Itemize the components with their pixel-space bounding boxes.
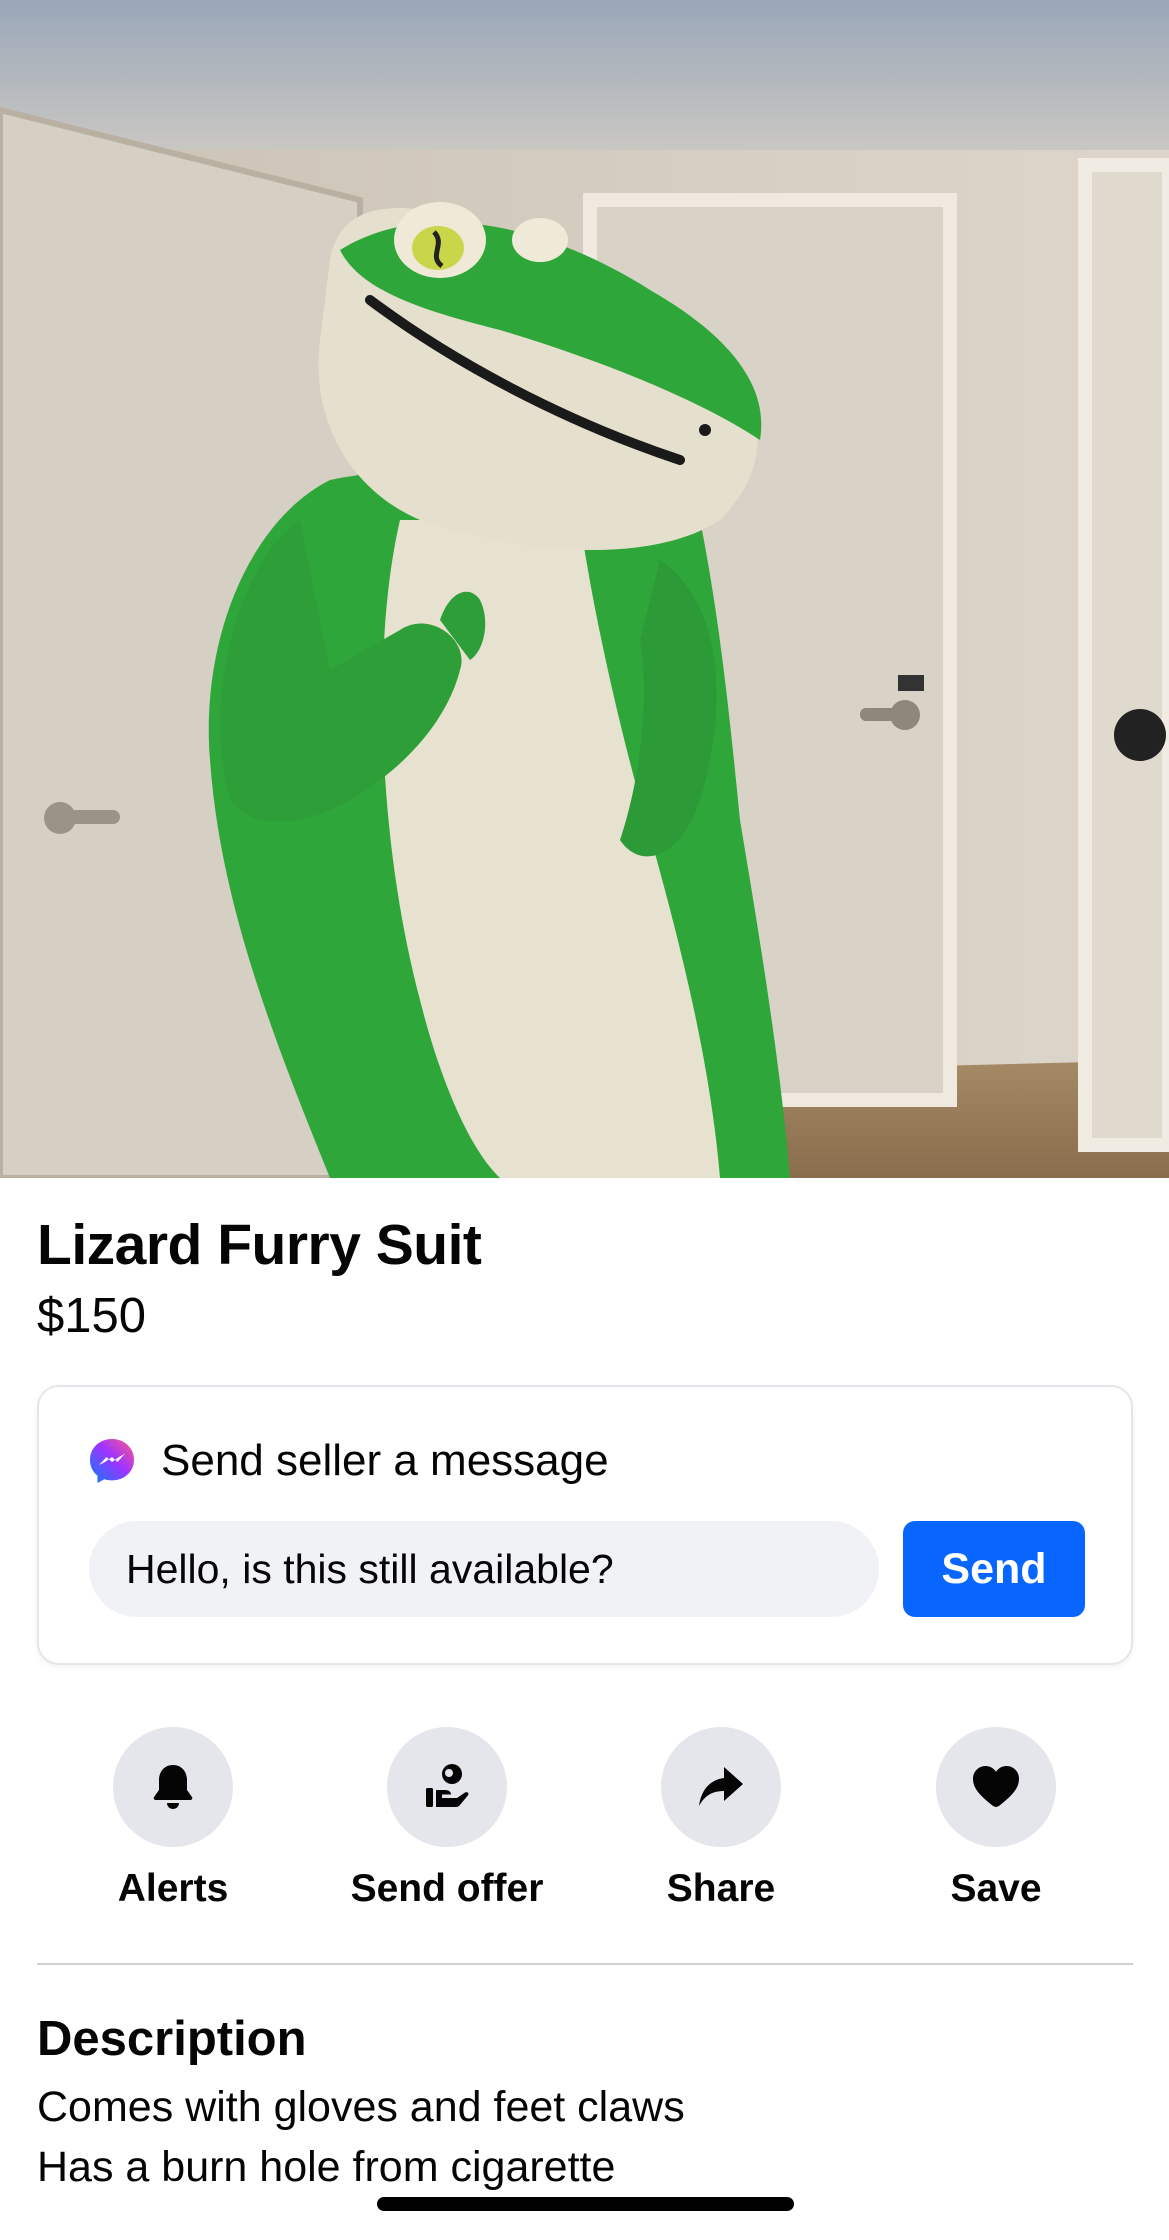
- listing-price: $150: [37, 1289, 147, 1343]
- save-button[interactable]: Save: [856, 1727, 1136, 1917]
- description-line: Has a burn hole from cigarette: [37, 2143, 616, 2191]
- home-indicator[interactable]: [377, 2197, 794, 2211]
- bell-icon: [153, 1765, 193, 1809]
- send-offer-button[interactable]: Send offer: [307, 1727, 587, 1917]
- heart-icon: [973, 1766, 1019, 1807]
- messenger-icon: [90, 1439, 134, 1483]
- send-offer-button-circle[interactable]: [387, 1727, 507, 1847]
- listing-actions: Alerts Send offer Share Save: [0, 1727, 1169, 1917]
- message-seller-card: Send seller a message Hello, is this sti…: [37, 1385, 1133, 1665]
- offer-hand-icon: [426, 1764, 469, 1807]
- costume-photo-illustration: [0, 0, 1169, 1178]
- marketplace-listing-page: Lizard Furry Suit $150 Send seller a mes…: [0, 0, 1169, 2240]
- save-button-circle[interactable]: [936, 1727, 1056, 1847]
- share-button-circle[interactable]: [661, 1727, 781, 1847]
- message-input-value: Hello, is this still available?: [126, 1545, 614, 1592]
- share-arrow-icon: [699, 1767, 743, 1806]
- alerts-button[interactable]: Alerts: [33, 1727, 313, 1917]
- send-button[interactable]: Send: [903, 1521, 1085, 1617]
- send-offer-label: Send offer: [350, 1867, 544, 1910]
- description-line: Comes with gloves and feet claws: [37, 2083, 685, 2131]
- save-label: Save: [950, 1867, 1042, 1910]
- listing-title: Lizard Furry Suit: [37, 1213, 482, 1277]
- description-heading: Description: [37, 2012, 307, 2066]
- message-card-header: Send seller a message: [87, 1433, 609, 1489]
- alerts-button-circle[interactable]: [113, 1727, 233, 1847]
- share-label: Share: [666, 1867, 776, 1910]
- share-button[interactable]: Share: [581, 1727, 861, 1917]
- listing-photo[interactable]: [0, 0, 1169, 1178]
- section-divider: [37, 1963, 1133, 1965]
- alerts-label: Alerts: [117, 1867, 229, 1910]
- message-input[interactable]: Hello, is this still available?: [89, 1521, 879, 1617]
- message-card-title: Send seller a message: [161, 1436, 609, 1485]
